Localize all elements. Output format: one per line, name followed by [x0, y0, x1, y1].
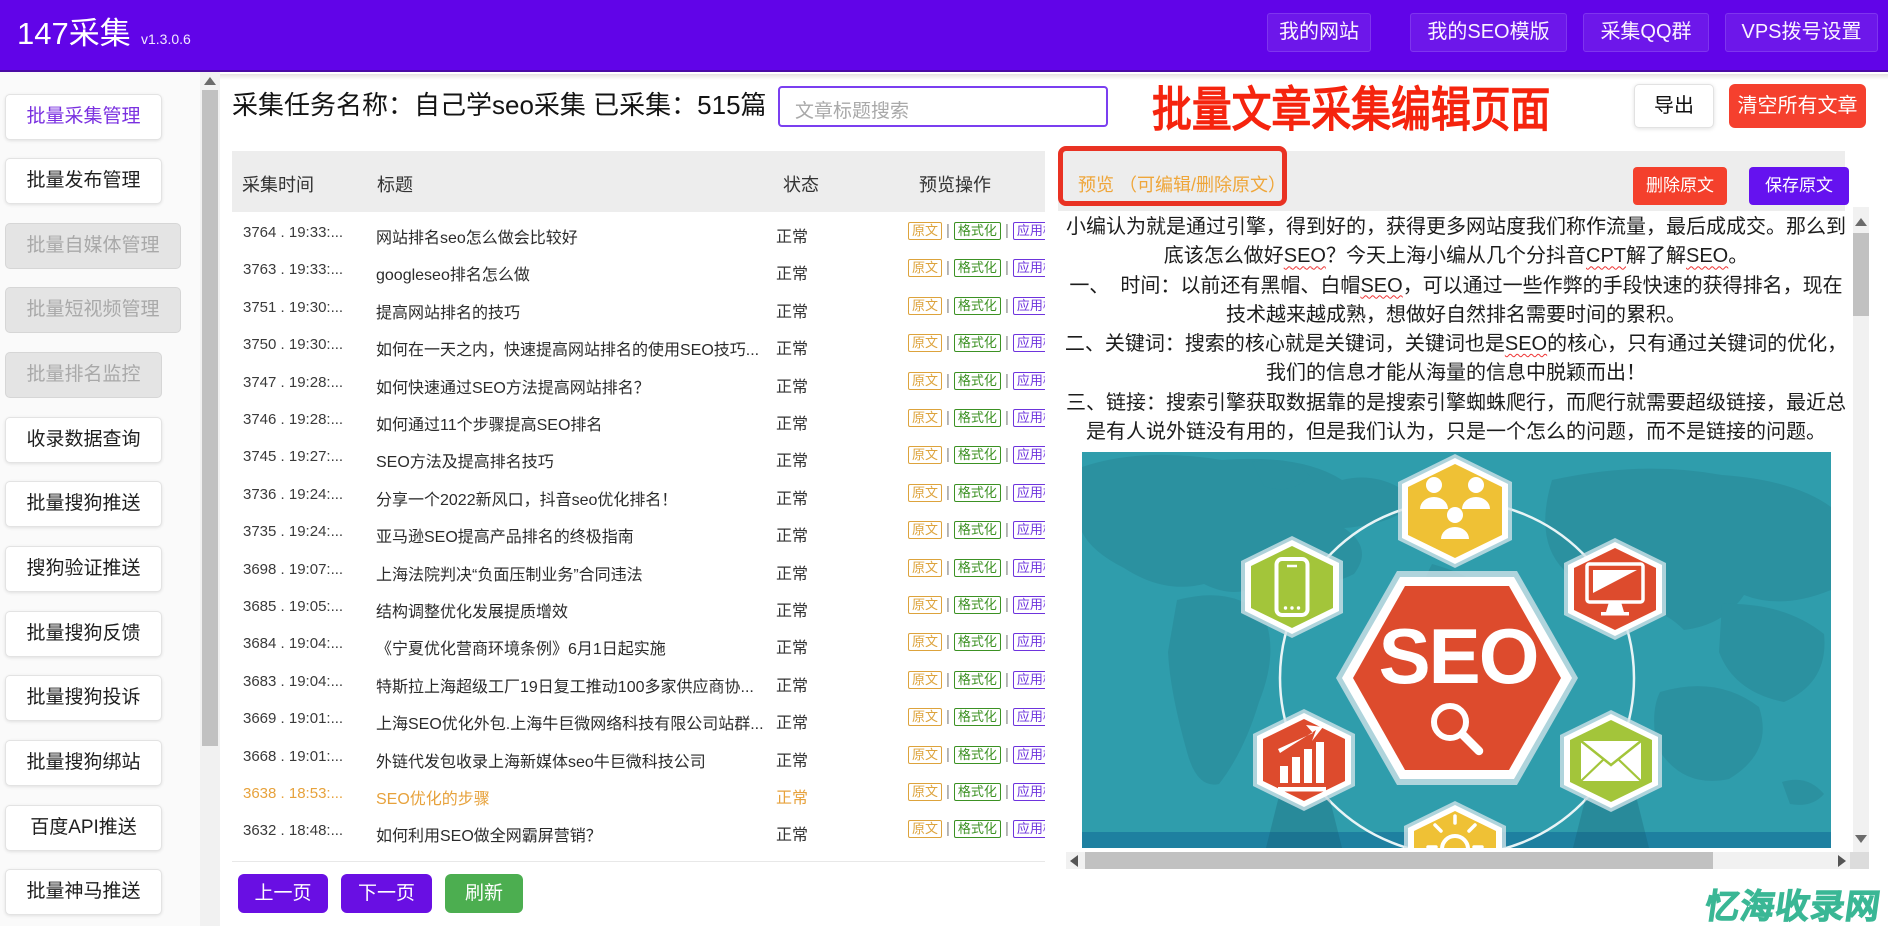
svg-text:SEO: SEO: [1379, 612, 1538, 700]
